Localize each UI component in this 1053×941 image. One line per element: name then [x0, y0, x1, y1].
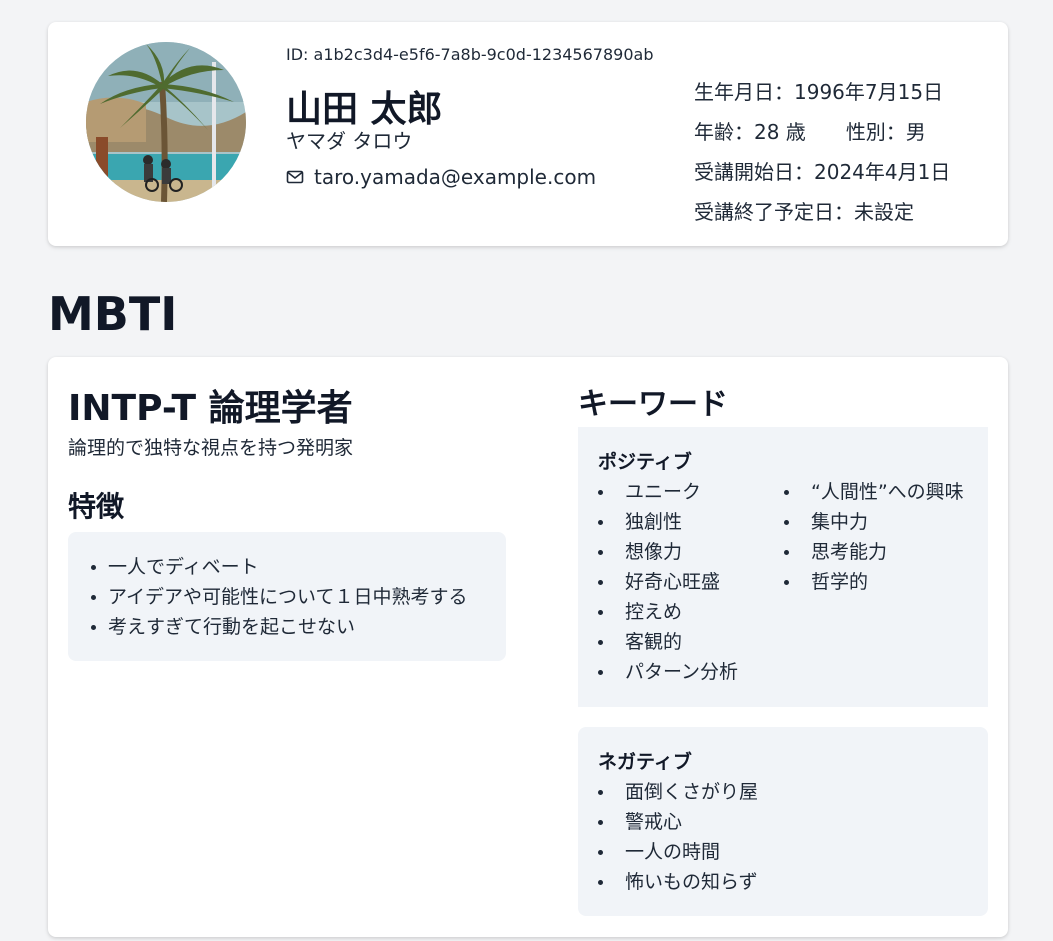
course-start-date: 受講開始日：2024年4月1日 [694, 160, 951, 184]
list-item: 一人でディベート [88, 552, 486, 582]
profile-card: ID: a1b2c3d4-e5f6-7a8b-9c0d-1234567890ab… [48, 22, 1008, 246]
birthday: 生年月日：1996年7月15日 [694, 80, 944, 104]
features-panel: 一人でディベート アイデアや可能性について１日中熟考する 考えすぎて行動を起こせ… [68, 532, 506, 661]
mbti-type-subtitle: 論理的で独特な視点を持つ発明家 [68, 437, 354, 459]
list-item: 一人の時間 [598, 837, 968, 867]
mbti-type-title: INTP-T 論理学者 [68, 388, 353, 429]
email-row[interactable]: taro.yamada@example.com [286, 165, 596, 189]
positive-keywords-list-2: “人間性”への興味 集中力 思考能力 哲学的 [784, 477, 964, 687]
list-item: ユニーク [598, 477, 784, 507]
list-item: パターン分析 [598, 657, 784, 687]
list-item: 控えめ [598, 597, 784, 627]
features-list: 一人でディベート アイデアや可能性について１日中熟考する 考えすぎて行動を起こせ… [88, 552, 486, 642]
list-item: 警戒心 [598, 807, 968, 837]
email-address[interactable]: taro.yamada@example.com [314, 165, 596, 189]
list-item: 好奇心旺盛 [598, 567, 784, 597]
list-item: 独創性 [598, 507, 784, 537]
age-gender-row: 年齢：28 歳 性別：男 [694, 118, 950, 158]
mail-icon [286, 168, 304, 186]
negative-keywords-list: 面倒くさがり屋 警戒心 一人の時間 怖いもの知らず [598, 777, 968, 897]
user-name-kana: ヤマダ タロウ [286, 129, 413, 153]
list-item: 集中力 [784, 507, 964, 537]
user-id: ID: a1b2c3d4-e5f6-7a8b-9c0d-1234567890ab [286, 45, 654, 64]
age: 年齢：28 歳 [694, 120, 806, 144]
mbti-card: INTP-T 論理学者 論理的で独特な視点を持つ発明家 特徴 一人でディベート … [48, 357, 1008, 937]
positive-keywords-list-1: ユニーク 独創性 想像力 好奇心旺盛 控えめ 客観的 パターン分析 [598, 477, 784, 687]
negative-label: ネガティブ [598, 751, 692, 773]
list-item: 哲学的 [784, 567, 964, 597]
features-title: 特徴 [68, 490, 125, 523]
list-item: “人間性”への興味 [784, 477, 964, 507]
course-end-date: 受講終了予定日：未設定 [694, 200, 914, 224]
positive-label: ポジティブ [598, 451, 692, 473]
list-item: 考えすぎて行動を起こせない [88, 612, 486, 642]
list-item: 客観的 [598, 627, 784, 657]
list-item: 想像力 [598, 537, 784, 567]
profile-details: 生年月日：1996年7月15日 年齢：28 歳 性別：男 受講開始日：2024年4… [694, 78, 950, 238]
mbti-section-title: MBTI [48, 287, 178, 341]
keywords-title: キーワード [578, 387, 728, 422]
list-item: アイデアや可能性について１日中熟考する [88, 582, 486, 612]
avatar [86, 42, 246, 202]
avatar-photo [86, 42, 246, 202]
gender: 性別：男 [845, 120, 926, 144]
list-item: 面倒くさがり屋 [598, 777, 968, 807]
list-item: 怖いもの知らず [598, 867, 968, 897]
positive-keywords-panel: ポジティブ ユニーク 独創性 想像力 好奇心旺盛 控えめ 客観的 パターン分析 … [578, 427, 988, 707]
negative-keywords-panel: ネガティブ 面倒くさがり屋 警戒心 一人の時間 怖いもの知らず [578, 727, 988, 916]
list-item: 思考能力 [784, 537, 964, 567]
